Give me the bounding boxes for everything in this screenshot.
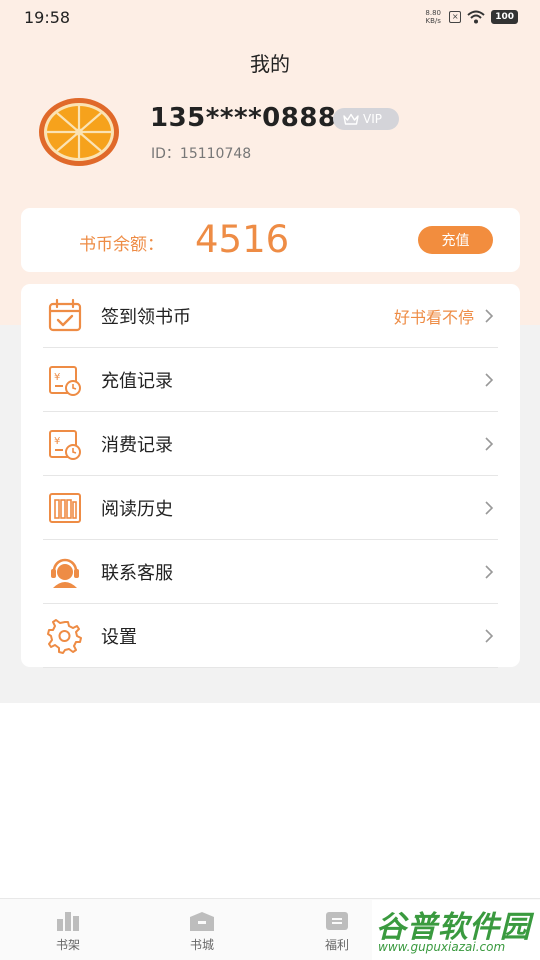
- page-title: 我的: [250, 52, 290, 76]
- nav-label: 福利: [324, 938, 349, 952]
- chevron-right-icon: [485, 436, 494, 451]
- menu-item-checkin[interactable]: 签到领书币 好书看不停: [43, 284, 498, 348]
- chevron-right-icon: [485, 500, 494, 515]
- menu-item-customer-service[interactable]: 联系客服: [43, 540, 498, 604]
- bookstore-icon: [190, 912, 214, 931]
- balance-value: 4516: [195, 218, 290, 261]
- user-id: ID：15110748: [151, 146, 252, 162]
- nav-label: 书城: [189, 938, 214, 952]
- welfare-icon: [326, 912, 348, 930]
- balance-label: 书币余额：: [79, 235, 164, 255]
- nav-label: 书架: [55, 938, 80, 952]
- menu-item-label: 联系客服: [101, 562, 173, 584]
- site-watermark: 谷普软件园 www.gupuxiazai.com: [372, 900, 540, 960]
- consume-record-icon: ¥: [49, 429, 81, 460]
- status-bar: 19:58 8.80 KB/s × 100: [0, 0, 540, 34]
- nav-item-welfare[interactable]: 福利: [307, 909, 367, 953]
- chevron-right-icon: [485, 564, 494, 579]
- no-sim-icon: ×: [449, 11, 462, 23]
- bookshelf-icon: [57, 912, 79, 931]
- svg-text:¥: ¥: [54, 436, 60, 447]
- vip-label: VIP: [363, 112, 382, 126]
- customer-service-icon: [51, 558, 79, 588]
- menu-item-consume-record[interactable]: ¥ 消费记录: [43, 412, 498, 476]
- balance-card: 书币余额： 4516 充值: [21, 208, 520, 272]
- menu-item-label: 阅读历史: [101, 498, 173, 520]
- menu-item-settings[interactable]: 设置: [43, 604, 498, 668]
- vip-badge[interactable]: VIP: [333, 108, 399, 130]
- checkin-promo-text: 好书看不停: [393, 307, 474, 327]
- status-icons: 8.80 KB/s × 100: [423, 9, 518, 25]
- chevron-right-icon: [485, 628, 494, 643]
- nav-item-bookstore[interactable]: 书城: [172, 909, 232, 953]
- menu-item-label: 充值记录: [101, 370, 173, 392]
- menu-item-label: 签到领书币: [101, 306, 191, 328]
- wifi-icon: [467, 10, 485, 24]
- chevron-right-icon: [485, 308, 494, 323]
- network-speed: 8.80 KB/s: [425, 9, 441, 25]
- chevron-right-icon: [485, 372, 494, 387]
- crown-icon: [343, 113, 359, 125]
- books-icon: [49, 492, 81, 523]
- menu-item-label: 设置: [101, 626, 137, 648]
- menu-item-reading-history[interactable]: 阅读历史: [43, 476, 498, 540]
- nav-item-bookshelf[interactable]: 书架: [38, 909, 98, 953]
- recharge-record-icon: ¥: [49, 365, 81, 396]
- menu-item-recharge-record[interactable]: ¥ 充值记录: [43, 348, 498, 412]
- user-phone: 135****0888: [150, 103, 337, 133]
- battery-icon: 100: [491, 10, 518, 24]
- calendar-check-icon: [48, 298, 82, 331]
- menu-card: 签到领书币 好书看不停 ¥ 充值记录 ¥ 消费记录 阅读历史 联系客服 设置: [21, 284, 520, 668]
- avatar[interactable]: [38, 97, 120, 167]
- menu-item-label: 消费记录: [101, 434, 173, 456]
- status-time: 19:58: [24, 7, 71, 27]
- watermark-url: www.gupuxiazai.com: [378, 940, 506, 954]
- svg-text:¥: ¥: [54, 372, 60, 383]
- gear-icon: [47, 618, 82, 654]
- recharge-button[interactable]: 充值: [418, 226, 493, 254]
